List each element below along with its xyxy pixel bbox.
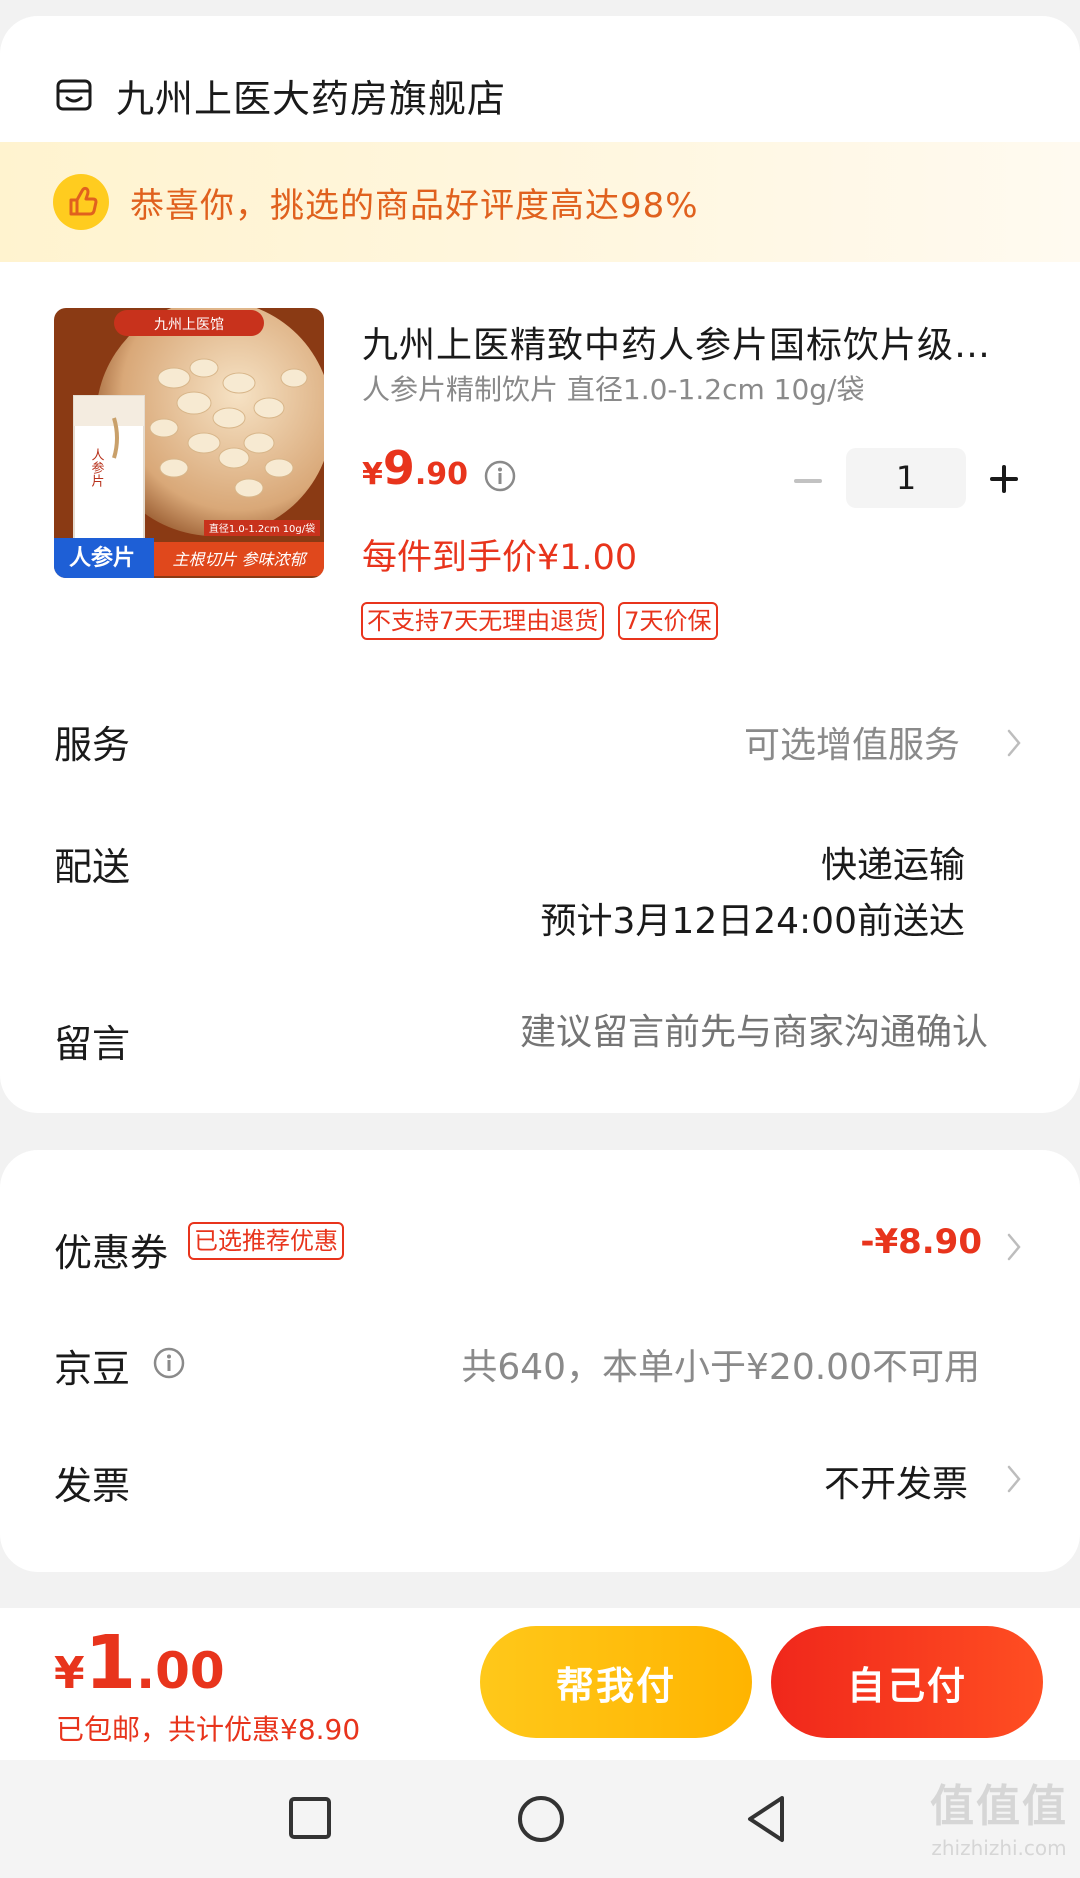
watermark-logo: 值值值 bbox=[930, 1781, 1068, 1832]
product-image-size-note: 直径1.0-1.2cm 10g/袋 bbox=[209, 522, 315, 535]
price-protect-tag: 7天价保 bbox=[618, 602, 718, 640]
no-return-tag: 不支持7天无理由退货 bbox=[361, 602, 605, 640]
rating-banner: 恭喜你，挑选的商品好评度高达98% bbox=[0, 142, 1080, 262]
unit-price: 每件到手价¥1.00 bbox=[362, 538, 638, 578]
thumbs-up-icon bbox=[53, 174, 109, 230]
invoice-label: 发票 bbox=[54, 1464, 131, 1508]
product-price: ¥ 9 .90 bbox=[362, 441, 468, 495]
total-summary: 已包邮，共计优惠¥8.90 bbox=[56, 1713, 361, 1746]
service-chevron-icon[interactable] bbox=[1004, 726, 1024, 760]
price-decimal: .90 bbox=[414, 457, 469, 492]
invoice-value[interactable]: 不开发票 bbox=[824, 1455, 968, 1507]
message-label: 留言 bbox=[54, 1022, 131, 1066]
price-currency: ¥ bbox=[362, 457, 383, 492]
coupon-chevron-icon[interactable] bbox=[1004, 1230, 1024, 1264]
product-tags: 不支持7天无理由退货 7天价保 bbox=[361, 602, 718, 640]
store-icon bbox=[56, 79, 92, 111]
home-circle-icon[interactable] bbox=[516, 1794, 566, 1844]
total-price: ¥ 1 .00 bbox=[54, 1620, 225, 1706]
price-info-icon[interactable] bbox=[483, 459, 517, 493]
delivery-label: 配送 bbox=[54, 845, 131, 889]
service-label: 服务 bbox=[54, 723, 131, 767]
product-image-brand: 九州上医馆 bbox=[154, 317, 224, 333]
order-card: 九州上医大药房旗舰店 恭喜你，挑选的商品好评度高达98% 九州上医馆 人参片 直… bbox=[0, 16, 1080, 1113]
invoice-chevron-icon[interactable] bbox=[1004, 1462, 1024, 1496]
beans-label: 京豆 bbox=[54, 1347, 131, 1391]
store-name: 九州上医大药房旗舰店 bbox=[116, 76, 507, 121]
beans-info-icon[interactable] bbox=[152, 1346, 186, 1380]
coupon-value[interactable]: -¥8.90 bbox=[860, 1222, 982, 1262]
coupon-selected-tag: 已选推荐优惠 bbox=[188, 1222, 344, 1260]
total-currency: ¥ bbox=[54, 1648, 85, 1699]
delivery-method: 快递运输 bbox=[820, 845, 965, 886]
total-integer: 1 bbox=[84, 1620, 137, 1706]
product-image-tagline: 主根切片 参味浓郁 bbox=[172, 550, 308, 569]
discount-card: 优惠券 已选推荐优惠 -¥8.90 京豆 共640，本单小于¥20.00不可用 … bbox=[0, 1150, 1080, 1572]
product-image-badge: 人参片 bbox=[69, 545, 135, 571]
quantity-input[interactable]: 1 bbox=[846, 448, 966, 508]
quantity-decrease-button[interactable] bbox=[790, 463, 826, 499]
delivery-eta: 预计3月12日24:00前送达 bbox=[540, 901, 965, 942]
product-image[interactable]: 九州上医馆 人参片 直径1.0-1.2cm 10g/袋 人参片 主根切片 参味浓… bbox=[54, 308, 324, 578]
recents-square-icon[interactable] bbox=[288, 1796, 332, 1840]
rating-banner-text: 恭喜你，挑选的商品好评度高达98% bbox=[130, 185, 699, 226]
product-image-bag-label: 人参片 bbox=[89, 448, 105, 487]
quantity-increase-button[interactable] bbox=[986, 461, 1022, 497]
product-title[interactable]: 九州上医精致中药人参片国标饮片级… bbox=[362, 316, 1022, 368]
checkout-bar: ¥ 1 .00 已包邮，共计优惠¥8.90 帮我付 自己付 bbox=[0, 1608, 1080, 1760]
message-input[interactable] bbox=[428, 1012, 988, 1053]
back-triangle-icon[interactable] bbox=[744, 1794, 788, 1844]
watermark-url: zhizhizhi.com bbox=[931, 1836, 1067, 1860]
self-pay-button[interactable]: 自己付 bbox=[771, 1626, 1043, 1738]
product-spec[interactable]: 人参片精制饮片 直径1.0-1.2cm 10g/袋 bbox=[362, 368, 864, 408]
service-value[interactable]: 可选增值服务 bbox=[744, 716, 960, 768]
beans-value: 共640，本单小于¥20.00不可用 bbox=[461, 1347, 980, 1388]
store-row[interactable]: 九州上医大药房旗舰店 bbox=[54, 60, 506, 130]
total-decimal: .00 bbox=[136, 1642, 225, 1700]
help-pay-button[interactable]: 帮我付 bbox=[480, 1626, 752, 1738]
coupon-label: 优惠券 bbox=[54, 1231, 169, 1275]
system-nav-bar: 值值值 zhizhizhi.com bbox=[0, 1760, 1080, 1878]
watermark: 值值值 zhizhizhi.com bbox=[930, 1770, 1068, 1860]
price-integer: 9 bbox=[382, 441, 415, 495]
